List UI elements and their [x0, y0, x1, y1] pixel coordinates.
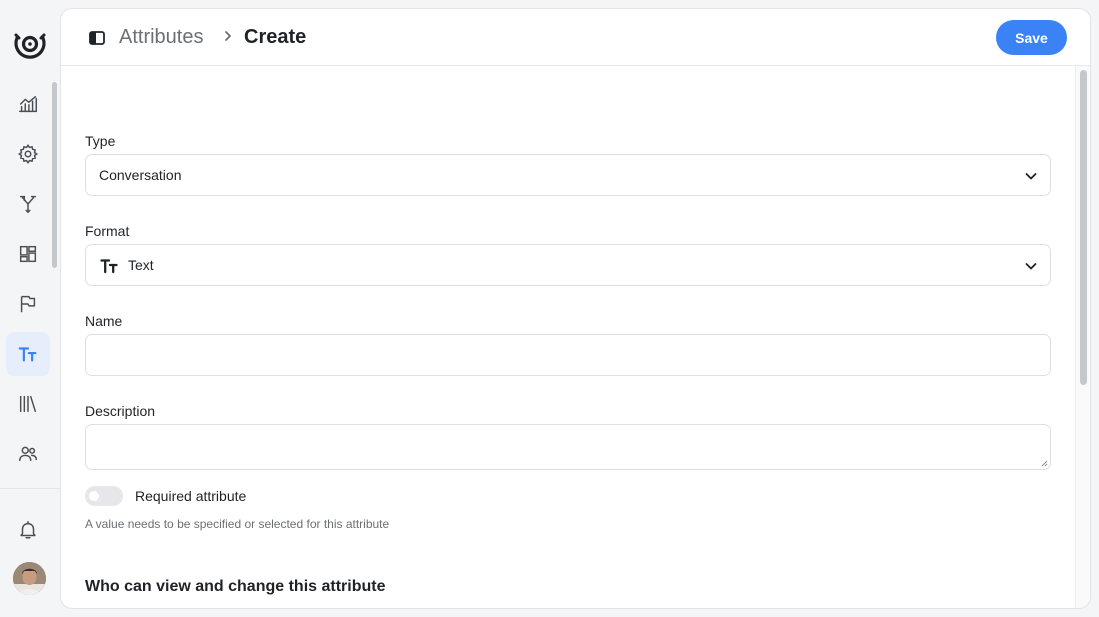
- type-select[interactable]: Conversation: [85, 154, 1051, 196]
- format-select-value: Text: [128, 257, 154, 273]
- sidebar-item-attributes[interactable]: [6, 332, 50, 376]
- sidebar-item-reports[interactable]: [6, 82, 50, 126]
- required-attribute-hint: A value needs to be specified or selecte…: [85, 517, 390, 531]
- permissions-section-title: Who can view and change this attribute: [85, 578, 386, 595]
- format-select[interactable]: Text: [85, 244, 1051, 286]
- page-header: Attributes Create Save: [61, 9, 1090, 66]
- sidebar-item-dashboards[interactable]: [6, 232, 50, 276]
- notifications-bell-icon: [20, 521, 36, 539]
- required-attribute-label: Required attribute: [135, 488, 247, 504]
- name-label: Name: [85, 313, 123, 329]
- sidebar-item-workflows[interactable]: [6, 182, 50, 226]
- main-panel: Attributes Create Save Type Conversation…: [60, 8, 1091, 609]
- format-label: Format: [85, 223, 130, 239]
- save-button[interactable]: Save: [996, 20, 1067, 55]
- content-scrollbar-thumb[interactable]: [1080, 70, 1087, 385]
- text-format-icon: [100, 259, 118, 274]
- chevron-down-icon: [1025, 263, 1037, 270]
- type-label: Type: [85, 133, 116, 149]
- sidebar: [0, 0, 60, 617]
- sidebar-item-users[interactable]: [6, 432, 50, 476]
- app-logo-icon[interactable]: [12, 26, 48, 62]
- resize-handle-icon[interactable]: [1040, 459, 1048, 467]
- sidebar-item-settings[interactable]: [6, 132, 50, 176]
- toggle-knob: [89, 491, 99, 501]
- sidebar-scrollbar[interactable]: [52, 82, 57, 268]
- flag-icon: [20, 295, 36, 313]
- sidebar-item-flags[interactable]: [6, 282, 50, 326]
- library-icon: [19, 395, 37, 413]
- description-textarea[interactable]: [85, 424, 1051, 470]
- page-title: Create: [244, 26, 307, 48]
- sidebar-item-library[interactable]: [6, 382, 50, 426]
- description-label: Description: [85, 403, 156, 419]
- breadcrumb-attributes-link[interactable]: Attributes: [119, 26, 203, 49]
- toggle-sidebar-button[interactable]: [88, 29, 106, 47]
- content-scrollbar[interactable]: [1075, 66, 1090, 608]
- attribute-form: Type Conversation Format Text Name Descr…: [61, 66, 1075, 608]
- name-input[interactable]: [85, 334, 1051, 376]
- notifications-button[interactable]: [6, 508, 50, 552]
- users-icon: [19, 446, 37, 462]
- sidebar-divider: [0, 488, 60, 489]
- type-select-value: Conversation: [99, 167, 182, 183]
- required-attribute-toggle[interactable]: [85, 486, 123, 506]
- workflows-branch-icon: [19, 195, 37, 214]
- settings-gear-icon: [17, 144, 39, 164]
- sidebar-toggle-icon: [89, 31, 105, 45]
- attributes-text-icon: [18, 347, 37, 362]
- user-avatar[interactable]: [13, 562, 46, 595]
- reports-icon: [19, 95, 37, 113]
- chevron-down-icon: [1025, 173, 1037, 180]
- chevron-right-icon: [225, 31, 231, 41]
- dashboard-widgets-icon: [19, 245, 37, 263]
